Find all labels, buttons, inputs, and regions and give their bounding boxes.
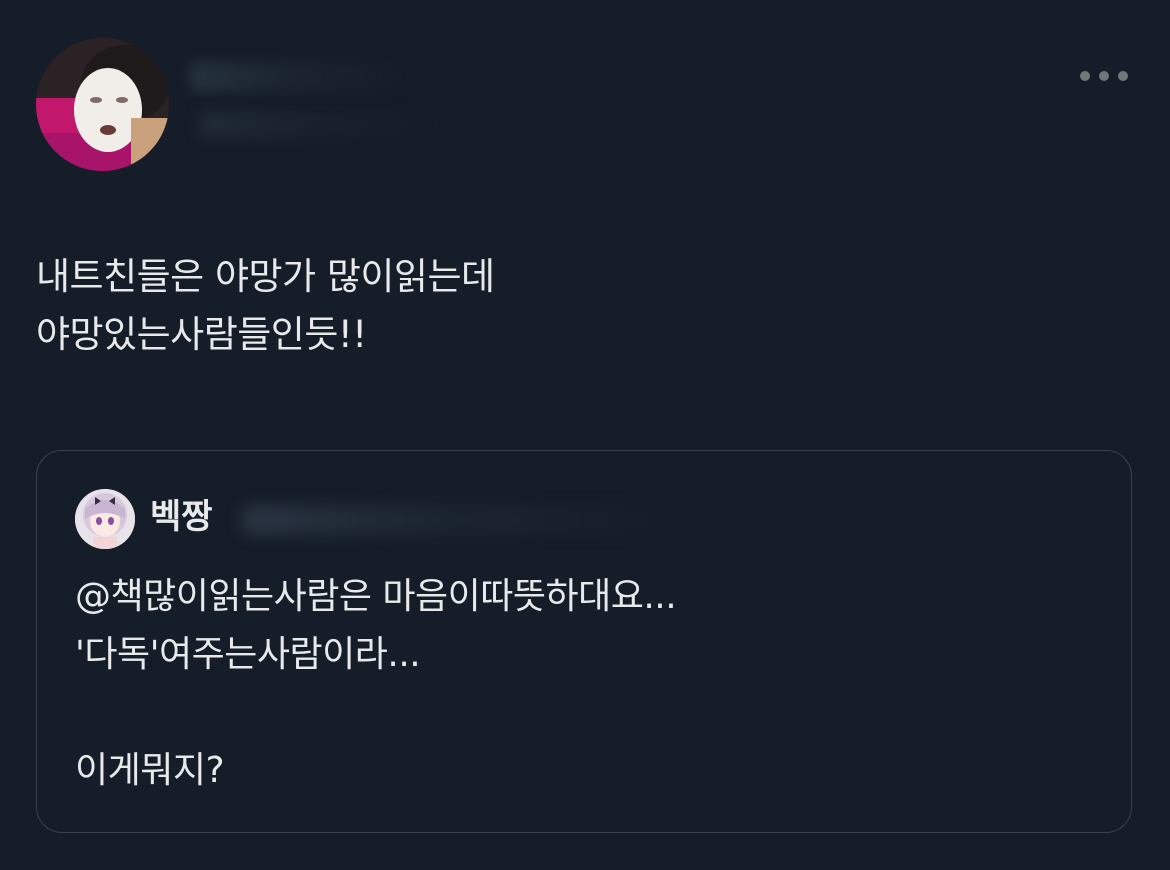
ellipsis-icon — [1099, 71, 1109, 81]
author-avatar[interactable] — [36, 38, 169, 171]
tweet: 내트친들은 야망가 많이읽는데 야망있는사람들인듯!! 벡짱 @책많이읽는사람은… — [0, 0, 1170, 870]
quoted-tweet[interactable]: 벡짱 @책많이읽는사람은 마음이따뜻하대요... '다독'여주는사람이라... … — [36, 450, 1132, 833]
author-name-redacted — [190, 62, 400, 92]
quoted-author-name[interactable]: 벡짱 — [150, 497, 213, 537]
tweet-text: 내트친들은 야망가 많이읽는데 야망있는사람들인듯!! — [36, 255, 495, 356]
author-handle-redacted — [200, 112, 430, 138]
more-options-button[interactable] — [1080, 62, 1128, 90]
quoted-author-avatar[interactable] — [75, 489, 135, 549]
quoted-author-handle-redacted — [242, 505, 662, 535]
ellipsis-icon — [1118, 71, 1128, 81]
quoted-tweet-text: @책많이읽는사람은 마음이따뜻하대요... '다독'여주는사람이라... 이게뭐… — [75, 576, 677, 791]
ellipsis-icon — [1080, 71, 1090, 81]
